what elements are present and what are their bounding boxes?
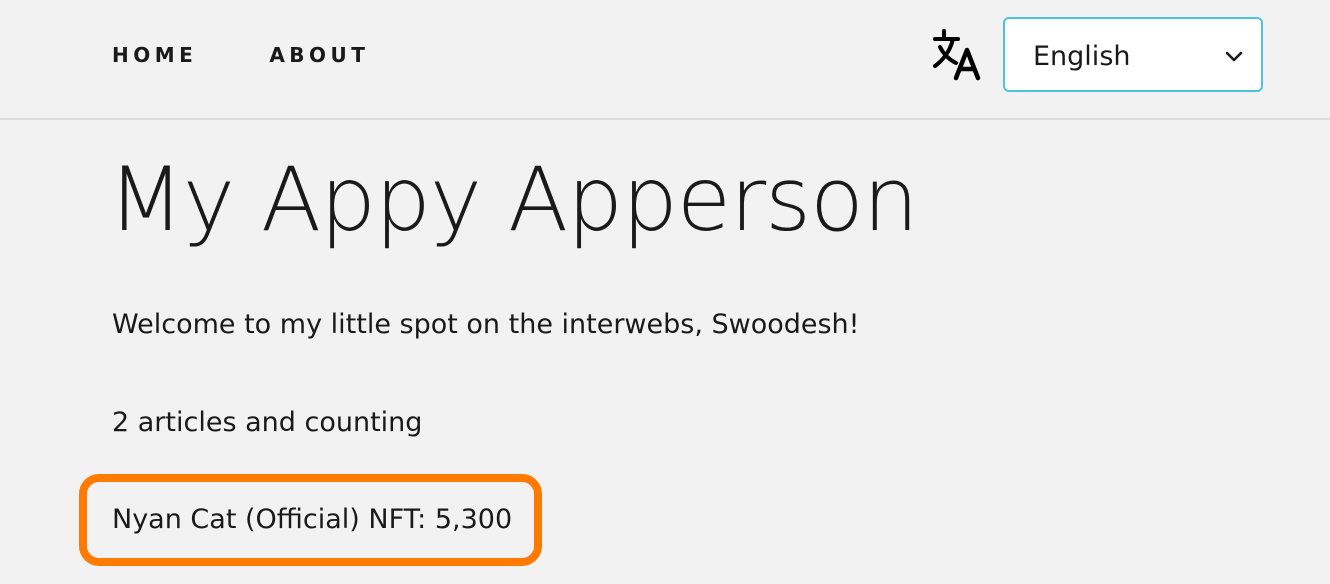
language-select[interactable]: English xyxy=(1003,17,1263,92)
nft-count-text: Nyan Cat (Official) NFT: 5,300 xyxy=(112,504,513,535)
top-navigation-bar: HOME ABOUT English xyxy=(0,0,1330,120)
language-select-value: English xyxy=(1033,41,1131,72)
main-nav: HOME ABOUT xyxy=(112,42,369,68)
nft-highlight-box: Nyan Cat (Official) NFT: 5,300 xyxy=(79,474,542,566)
chevron-down-icon xyxy=(1223,45,1245,67)
nav-link-home[interactable]: HOME xyxy=(112,42,197,68)
article-count: 2 articles and counting xyxy=(112,407,423,438)
translate-icon xyxy=(932,28,984,82)
welcome-message: Welcome to my little spot on the interwe… xyxy=(112,309,860,340)
nav-link-about[interactable]: ABOUT xyxy=(269,42,369,68)
page-title: My Appy Apperson xyxy=(108,148,919,251)
